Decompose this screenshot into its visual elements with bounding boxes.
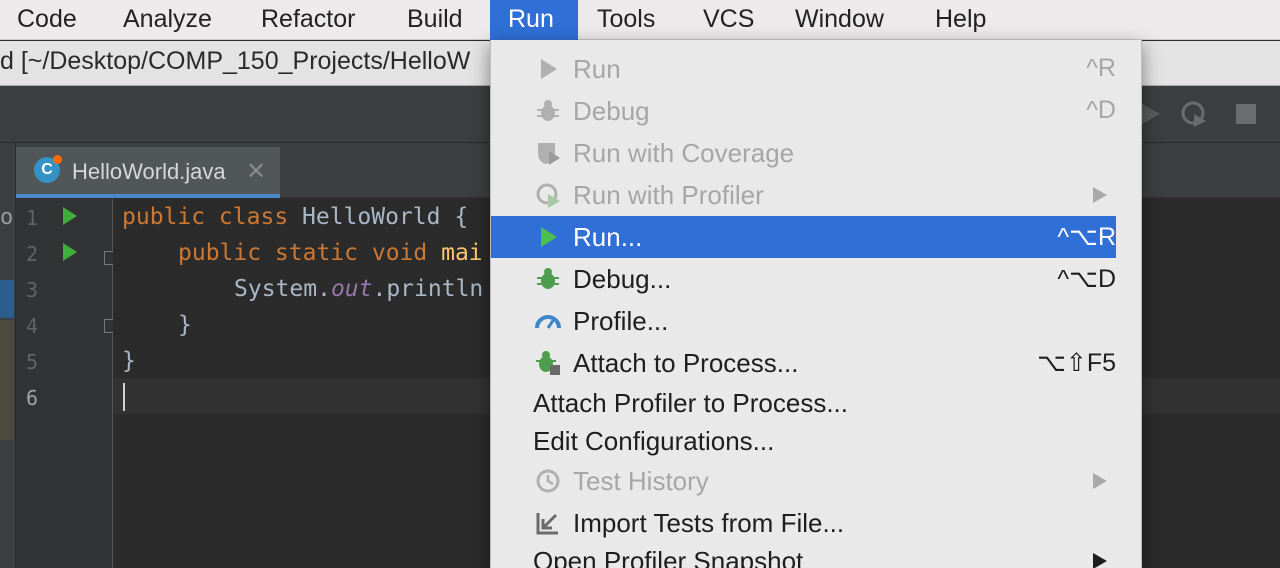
gauge-icon: [535, 315, 561, 329]
gutter-run-icon[interactable]: [63, 207, 77, 225]
debug-icon: [537, 268, 559, 289]
menu-item-label: Debug: [573, 96, 650, 126]
method-call: .println: [372, 276, 484, 302]
import-icon: [536, 513, 558, 535]
menu-build[interactable]: Build: [396, 0, 490, 40]
class-name: HelloWorld {: [302, 204, 469, 230]
menu-tools[interactable]: Tools: [586, 0, 686, 40]
menu-item-shortcut: ^R: [1086, 54, 1116, 82]
menu-item-shortcut: ^⌥D: [1057, 265, 1116, 293]
keyword-modifiers: public static void: [178, 240, 442, 266]
profiler-icon: [536, 183, 560, 208]
menu-bar: Code Analyze Refactor Build Run Tools VC…: [0, 0, 1280, 40]
menu-item-label: Edit Configurations...: [533, 426, 775, 456]
menu-item-run-with-coverage[interactable]: Run with Coverage: [491, 132, 1116, 174]
menu-run[interactable]: Run: [490, 0, 578, 40]
close-tab-icon[interactable]: ✕: [246, 157, 266, 186]
menu-item-shortcut: ^D: [1086, 96, 1116, 124]
code-line-3: System.out.println: [234, 276, 483, 302]
menu-item-label: Open Profiler Snapshot: [533, 546, 804, 568]
profiler-toolbar-icon[interactable]: [1180, 100, 1208, 128]
clock-icon: [536, 469, 560, 493]
class-ref: System.: [234, 276, 331, 302]
menu-item-import-tests[interactable]: Import Tests from File...: [491, 502, 1116, 544]
menu-item-label: Debug...: [573, 264, 672, 294]
menu-item-shortcut: ^⌥R: [1057, 223, 1116, 251]
editor-gutter: 1 2 3 4 5 6: [16, 199, 118, 568]
menu-item-label: Attach to Process...: [573, 348, 799, 378]
keyword-public-class: public class: [122, 204, 303, 230]
menu-item-run[interactable]: Run ^R: [491, 48, 1116, 90]
menu-code[interactable]: Code: [0, 0, 104, 40]
java-class-icon: C: [34, 155, 62, 183]
menu-help[interactable]: Help: [924, 0, 1014, 40]
code-line-4: }: [178, 312, 192, 338]
menu-item-label: Test History: [573, 466, 709, 496]
tab-label: HelloWorld.java: [72, 159, 226, 184]
run-icon: [541, 59, 557, 79]
left-edge-char: o: [0, 205, 14, 230]
menu-item-test-history[interactable]: Test History: [491, 460, 1116, 502]
field-ref: out: [330, 276, 373, 302]
menu-refactor[interactable]: Refactor: [250, 0, 390, 40]
menu-item-run-with-profiler[interactable]: Run with Profiler: [491, 174, 1116, 216]
run-menu-dropdown: Run ^R Debug ^D Run with Coverage Run wi…: [490, 40, 1142, 568]
menu-item-label: Run...: [573, 222, 643, 252]
line-number: 2: [26, 242, 39, 266]
menu-item-label: Run with Profiler: [573, 180, 764, 210]
menu-item-debug[interactable]: Debug ^D: [491, 90, 1116, 132]
code-line-5: }: [122, 348, 136, 374]
submenu-arrow-icon: [1093, 473, 1107, 489]
menu-item-shortcut: ⌥⇧F5: [1037, 349, 1116, 377]
menu-item-edit-configurations[interactable]: Edit Configurations...: [491, 420, 1116, 462]
menu-item-profile[interactable]: Profile...: [491, 300, 1116, 342]
line-number: 4: [26, 314, 39, 338]
submenu-arrow-icon: [1093, 187, 1107, 203]
menu-item-label: Import Tests from File...: [573, 508, 845, 538]
method-name: mai: [441, 240, 483, 266]
menu-item-label: Run: [573, 54, 621, 84]
menu-item-label: Attach Profiler to Process...: [533, 388, 849, 418]
coverage-icon: [538, 143, 560, 165]
stop-toolbar-icon[interactable]: [1232, 100, 1260, 128]
menu-vcs[interactable]: VCS: [692, 0, 782, 40]
line-number: 3: [26, 278, 39, 302]
menu-item-debug-dialog[interactable]: Debug... ^⌥D: [491, 258, 1116, 300]
line-number: 1: [26, 206, 39, 230]
run-icon: [541, 227, 557, 247]
code-line-1: public class HelloWorld {: [122, 204, 468, 230]
line-number: 6: [26, 386, 39, 410]
submenu-arrow-icon: [1093, 553, 1107, 568]
left-edge-panel-mark: [0, 320, 14, 440]
menu-item-attach-to-process[interactable]: Attach to Process... ⌥⇧F5: [491, 342, 1116, 384]
attach-debugger-icon: [536, 351, 560, 375]
menu-item-attach-profiler[interactable]: Attach Profiler to Process...: [491, 382, 1116, 424]
menu-item-open-profiler-snapshot[interactable]: Open Profiler Snapshot: [491, 540, 1116, 568]
gutter-run-icon[interactable]: [63, 243, 77, 261]
line-number: 5: [26, 350, 39, 374]
window-title: d [~/Desktop/COMP_150_Projects/HelloW: [0, 47, 471, 75]
debug-icon: [537, 100, 559, 121]
text-caret: [123, 383, 125, 411]
left-edge-selection-mark: [0, 280, 14, 318]
menu-item-label: Profile...: [573, 306, 669, 336]
menu-window[interactable]: Window: [784, 0, 914, 40]
menu-item-label: Run with Coverage: [573, 138, 795, 168]
code-line-2: public static void mai: [178, 240, 483, 266]
menu-analyze[interactable]: Analyze: [112, 0, 242, 40]
menu-item-run-dialog[interactable]: Run... ^⌥R: [491, 216, 1116, 258]
tab-helloworld-java[interactable]: C HelloWorld.java ✕: [16, 147, 280, 198]
